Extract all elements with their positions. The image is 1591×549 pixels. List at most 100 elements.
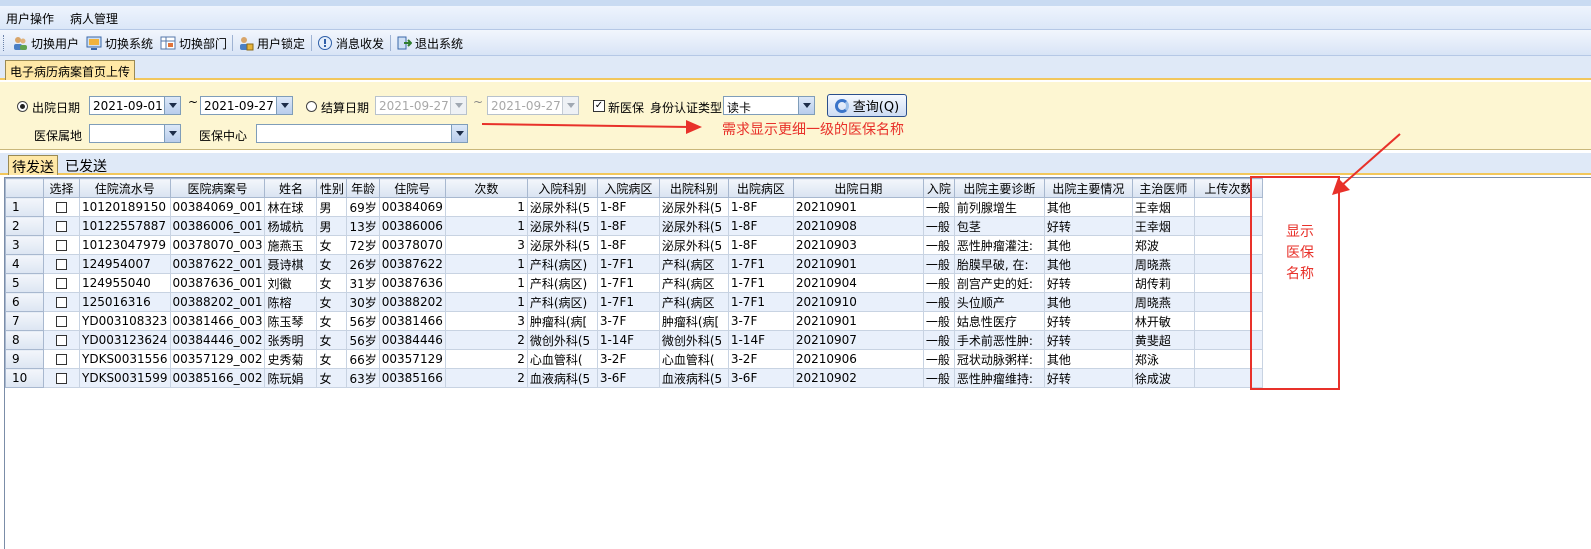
- row-checkbox[interactable]: [56, 202, 67, 213]
- column-header[interactable]: 年龄: [346, 178, 380, 198]
- row-checkbox[interactable]: [56, 240, 67, 251]
- chevron-down-icon[interactable]: [164, 97, 180, 114]
- switch-system-button[interactable]: 切换系统: [86, 33, 153, 53]
- select-cell[interactable]: [43, 292, 80, 312]
- table-row[interactable]: 8 YD003123624 00384446_002 张秀明女 56岁 00384446 2…: [5, 330, 1263, 350]
- message-button[interactable]: 消息收发: [317, 33, 384, 53]
- table-cell: 男: [316, 197, 348, 217]
- select-cell[interactable]: [43, 273, 80, 293]
- select-cell[interactable]: [43, 368, 80, 388]
- table-row[interactable]: 1 10120189150 00384069_001 林在球男 69岁 00384069 1…: [5, 197, 1263, 217]
- new-insurance-checkbox[interactable]: ✓: [593, 100, 605, 112]
- discharge-date-radio[interactable]: [17, 101, 28, 112]
- table-cell: 好转: [1043, 311, 1133, 331]
- chevron-down-icon[interactable]: [276, 97, 292, 114]
- table-cell: 56岁: [346, 311, 380, 331]
- patient-grid: 选择 住院流水号 医院病案号 姓名 性别 年龄 住院号 次数 入院科别 入院病区 出院科别 出院病区出…: [4, 177, 1591, 549]
- column-header[interactable]: 入院科别: [526, 178, 598, 198]
- id-type-select[interactable]: 读卡: [723, 96, 815, 115]
- chevron-down-icon[interactable]: [450, 97, 466, 114]
- column-header[interactable]: 次数: [444, 178, 528, 198]
- id-type-label: 身份认证类型: [650, 101, 723, 115]
- column-header[interactable]: 出院科别: [658, 178, 729, 198]
- column-header[interactable]: 出院主要诊断: [953, 178, 1045, 198]
- table-cell: 1-7F1: [727, 292, 794, 312]
- discharge-date-to[interactable]: 2021-09-27: [200, 96, 293, 115]
- toolbar-separator: [390, 35, 391, 51]
- chevron-down-icon[interactable]: [798, 97, 814, 114]
- select-cell[interactable]: [43, 216, 80, 236]
- table-cell: 一般: [922, 292, 955, 312]
- settle-date-label: 结算日期: [321, 101, 370, 115]
- new-insurance-label: 新医保: [608, 101, 645, 115]
- table-cell: 陈玩娟: [264, 368, 318, 388]
- menu-user-operations[interactable]: 用户操作: [6, 10, 54, 27]
- column-header[interactable]: 主治医师: [1131, 178, 1195, 198]
- switch-department-button[interactable]: 切换部门: [160, 33, 227, 53]
- discharge-date-from[interactable]: 2021-09-01: [89, 96, 181, 115]
- table-row[interactable]: 4 124954007 00387622_001 聂诗棋女 26岁 00387622 1 产科…: [5, 254, 1263, 274]
- select-cell[interactable]: [43, 349, 80, 369]
- table-cell: 郑波: [1131, 235, 1195, 255]
- row-checkbox[interactable]: [56, 316, 67, 327]
- table-row[interactable]: 6 125016316 00388202_001 陈榕女 30岁 00388202 1 产科(…: [5, 292, 1263, 312]
- table-cell: 女: [316, 349, 348, 369]
- select-cell[interactable]: [43, 235, 80, 255]
- table-row[interactable]: 3 10123047979 00378070_003 施燕玉女 72岁 00378070 3…: [5, 235, 1263, 255]
- row-checkbox[interactable]: [56, 354, 67, 365]
- row-checkbox[interactable]: [56, 259, 67, 270]
- chevron-down-icon[interactable]: [164, 125, 180, 142]
- chevron-down-icon[interactable]: [451, 125, 467, 142]
- select-cell[interactable]: [43, 197, 80, 217]
- table-cell: 一般: [922, 368, 955, 388]
- query-button[interactable]: 查询(Q): [827, 94, 907, 117]
- column-header[interactable]: 入院病区: [596, 178, 660, 198]
- toolbar-grip[interactable]: [3, 35, 6, 51]
- column-header[interactable]: 出院病区: [727, 178, 794, 198]
- table-row[interactable]: 2 10122557887 00386006_001 杨城杭男 13岁 00386006 1…: [5, 216, 1263, 236]
- column-header[interactable]: 出院主要情况: [1043, 178, 1133, 198]
- column-header[interactable]: 住院流水号: [79, 178, 171, 198]
- settle-date-radio[interactable]: [306, 101, 317, 112]
- tab-sent[interactable]: 已发送: [62, 155, 110, 175]
- table-cell: 1-7F1: [596, 254, 660, 274]
- table-row[interactable]: 10 YDKS0031599 00385166_002 陈玩娟女 63岁 00385166…: [5, 368, 1263, 388]
- column-header[interactable]: 选择: [43, 178, 80, 198]
- select-cell[interactable]: [43, 254, 80, 274]
- table-row[interactable]: 9 YDKS0031556 00357129_002 史秀菊女 66岁 00357129 2…: [5, 349, 1263, 369]
- table-cell: 心血管科(: [658, 349, 729, 369]
- select-cell[interactable]: [43, 311, 80, 331]
- insurance-center-select[interactable]: [256, 124, 468, 143]
- row-checkbox[interactable]: [56, 297, 67, 308]
- column-header[interactable]: 姓名: [264, 178, 318, 198]
- user-lock-button[interactable]: 用户锁定: [238, 33, 305, 53]
- table-cell: 产科(病区): [526, 292, 598, 312]
- tab-pending[interactable]: 待发送: [8, 155, 58, 176]
- row-checkbox[interactable]: [56, 278, 67, 289]
- settle-date-to[interactable]: 2021-09-27: [487, 96, 579, 115]
- select-cell[interactable]: [43, 330, 80, 350]
- column-header[interactable]: 住院号: [378, 178, 446, 198]
- table-cell: 徐成波: [1131, 368, 1195, 388]
- table-row[interactable]: 5 124955040 00387636_001 刘徽女 31岁 00387636 1 产科(…: [5, 273, 1263, 293]
- table-cell: 00357129_002: [169, 349, 266, 369]
- exit-system-button[interactable]: 退出系统: [396, 33, 463, 53]
- settle-date-from[interactable]: 2021-09-27: [375, 96, 467, 115]
- table-cell: 00381466: [378, 311, 446, 331]
- switch-user-button[interactable]: 切换用户: [12, 33, 79, 53]
- column-header[interactable]: 医院病案号: [169, 178, 266, 198]
- table-cell: 微创外科(5: [526, 330, 598, 350]
- row-checkbox[interactable]: [56, 335, 67, 346]
- menu-patient-management[interactable]: 病人管理: [70, 10, 118, 27]
- table-cell: 一般: [922, 235, 955, 255]
- tab-emr-upload[interactable]: 电子病历病案首页上传: [5, 60, 136, 80]
- column-header[interactable]: 性别: [316, 178, 348, 198]
- insurance-region-select[interactable]: [89, 124, 181, 143]
- row-checkbox[interactable]: [56, 221, 67, 232]
- row-checkbox[interactable]: [56, 373, 67, 384]
- table-row[interactable]: 7 YD003108323 00381466_003 陈玉琴女 56岁 00381466 3…: [5, 311, 1263, 331]
- column-header[interactable]: 入院: [922, 178, 955, 198]
- table-cell: 3-6F: [727, 368, 794, 388]
- column-header[interactable]: 出院日期: [792, 178, 924, 198]
- chevron-down-icon[interactable]: [562, 97, 578, 114]
